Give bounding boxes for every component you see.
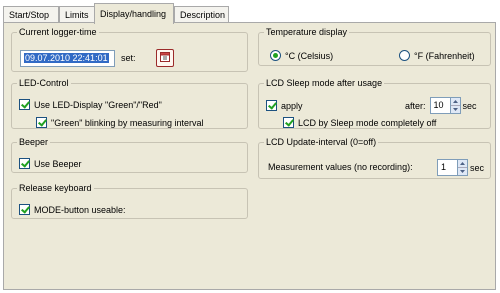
use-beeper-option[interactable]: Use Beeper (19, 158, 82, 169)
measurement-label: Measurement values (no recording): (268, 162, 413, 172)
use-led-checkbox[interactable] (19, 99, 30, 110)
logger-time-group: Current logger-time 09.07.2010 22:41:01 … (11, 27, 248, 72)
tab-description[interactable]: Description (174, 6, 229, 23)
blink-label: "Green" blinking by measuring interval (51, 117, 204, 128)
tab-display-handling[interactable]: Display/handling (94, 3, 174, 24)
update-interval-input[interactable]: 1 (437, 159, 458, 176)
use-beeper-label: Use Beeper (34, 158, 82, 169)
logger-time-legend: Current logger-time (19, 27, 97, 37)
release-keyboard-legend: Release keyboard (19, 183, 92, 193)
apply-label: apply (281, 100, 303, 111)
beeper-legend: Beeper (19, 137, 49, 147)
set-time-button[interactable] (155, 49, 174, 67)
set-label: set: (121, 53, 136, 63)
led-control-legend: LED-Control (19, 78, 69, 88)
lcd-off-option[interactable]: LCD by Sleep mode completely off (283, 117, 436, 128)
mode-button-checkbox[interactable] (19, 204, 30, 215)
sleep-unit-label: sec (462, 100, 477, 111)
lcd-off-label: LCD by Sleep mode completely off (298, 117, 437, 128)
spin-up-icon[interactable] (458, 160, 467, 167)
update-unit-label: sec (470, 162, 485, 173)
fahrenheit-radio[interactable] (399, 50, 410, 61)
sleep-after-spinner[interactable] (450, 97, 461, 114)
use-led-option[interactable]: Use LED-Display "Green"/"Red" (19, 99, 162, 110)
fahrenheit-option[interactable]: °F (Fahrenheit) (399, 50, 475, 61)
use-led-label: Use LED-Display "Green"/"Red" (34, 99, 162, 110)
celsius-option[interactable]: °C (Celsius) (270, 50, 333, 61)
sleep-after-input[interactable]: 10 (429, 97, 451, 114)
use-beeper-checkbox[interactable] (19, 158, 30, 169)
mode-button-label: MODE-button useable: (34, 204, 126, 215)
temperature-display-group: Temperature display °C (Celsius) °F (Fah… (258, 27, 491, 66)
blink-option[interactable]: "Green" blinking by measuring interval (36, 117, 203, 128)
lcd-update-group: LCD Update-interval (0=off) Measurement … (258, 137, 491, 179)
release-keyboard-group: Release keyboard MODE-button useable: (11, 183, 248, 219)
blink-checkbox[interactable] (36, 117, 47, 128)
mode-button-option[interactable]: MODE-button useable: (19, 204, 126, 215)
logger-time-field[interactable]: 09.07.2010 22:41:01 (20, 49, 115, 67)
display-handling-panel: Current logger-time 09.07.2010 22:41:01 … (3, 22, 496, 290)
spin-down-icon[interactable] (450, 105, 460, 113)
tab-limits[interactable]: Limits (59, 6, 95, 23)
update-interval-value: 1 (441, 162, 447, 172)
celsius-label: °C (Celsius) (285, 50, 334, 61)
lcd-sleep-legend: LCD Sleep mode after usage (266, 78, 383, 88)
spin-down-icon[interactable] (458, 167, 467, 175)
after-label: after: (405, 100, 426, 111)
calendar-icon (159, 52, 170, 64)
tab-start-stop[interactable]: Start/Stop (3, 6, 59, 23)
led-control-group: LED-Control Use LED-Display "Green"/"Red… (11, 78, 248, 129)
lcd-off-checkbox[interactable] (283, 117, 294, 128)
celsius-radio[interactable] (270, 50, 281, 61)
beeper-group: Beeper Use Beeper (11, 137, 248, 173)
apply-checkbox[interactable] (266, 100, 277, 111)
sleep-after-value: 10 (433, 100, 444, 110)
lcd-sleep-group: LCD Sleep mode after usage apply after: … (258, 78, 491, 129)
logger-time-value: 09.07.2010 22:41:01 (24, 52, 109, 63)
temperature-display-legend: Temperature display (266, 27, 348, 37)
lcd-update-legend: LCD Update-interval (0=off) (266, 137, 377, 147)
spin-up-icon[interactable] (451, 98, 460, 105)
tab-strip: Start/Stop Limits Display/handling Descr… (0, 3, 500, 24)
update-interval-spinner[interactable] (458, 159, 468, 176)
fahrenheit-label: °F (Fahrenheit) (414, 50, 475, 61)
apply-option[interactable]: apply (266, 100, 303, 111)
